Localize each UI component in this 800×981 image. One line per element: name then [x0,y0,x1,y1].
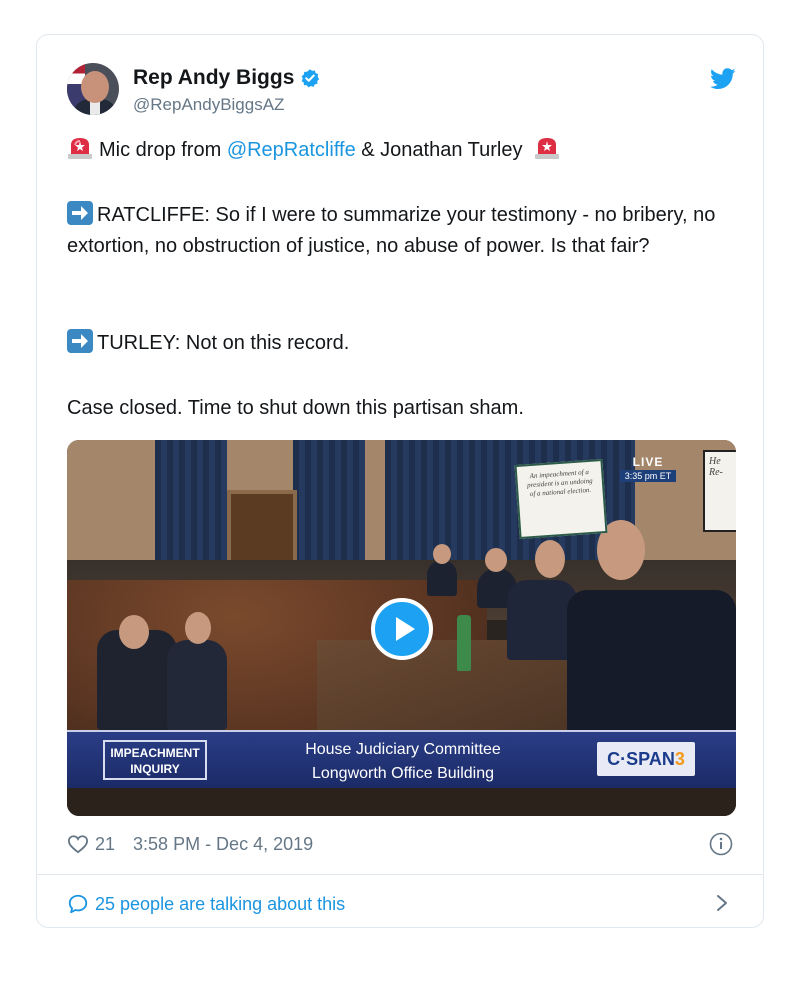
live-label: LIVE [632,455,664,469]
tweet-text-suffix: & Jonathan Turley [361,139,523,161]
police-car-light-emoji [535,138,560,159]
cspan-logo: C·SPAN3 [597,742,695,776]
turley-quote: TURLEY: Not on this record. [97,332,350,354]
mention-link[interactable]: @RepRatcliffe [227,139,356,161]
video-sign: An impeachment of a president is an undo… [514,459,608,539]
tweet-timestamp[interactable]: 3:58 PM - Dec 4, 2019 [133,834,313,855]
tweet-paragraph-turley: TURLEY: Not on this record. [67,328,747,359]
right-arrow-emoji [67,201,93,225]
info-icon[interactable] [709,832,733,856]
impeachment-inquiry-badge: IMPEACHMENT INQUIRY [103,740,207,780]
tweet-paragraph-closing: Case closed. Time to shut down this part… [67,397,524,419]
police-car-light-emoji [68,138,92,159]
video-sign-partial: He Re- [703,450,736,532]
live-time: 3:35 pm ET [620,470,676,482]
author-name[interactable]: Rep Andy Biggs [133,66,294,90]
avatar[interactable] [67,63,119,115]
play-icon [396,617,415,641]
ratcliffe-quote: RATCLIFFE: So if I were to summarize you… [67,204,716,257]
tweet-line-1: Mic drop from @RepRatcliffe & Jonathan T… [67,135,747,166]
water-bottle [457,615,471,671]
speech-bubble-icon [68,894,88,914]
chevron-right-icon[interactable] [715,893,729,913]
live-indicator: LIVE 3:35 pm ET [620,455,676,482]
tweet-meta: 21 3:58 PM - Dec 4, 2019 [67,831,313,857]
divider [37,874,763,875]
heart-icon[interactable] [67,834,89,854]
conversation-text: 25 people are talking about this [95,893,346,914]
tweet-text-prefix: Mic drop from [99,139,222,161]
twitter-bird-icon[interactable] [710,68,736,90]
author-row: Rep Andy Biggs [133,65,320,91]
video-player[interactable]: An impeachment of a president is an undo… [67,440,736,816]
tweet-card: Rep Andy Biggs @RepAndyBiggsAZ Mic drop … [36,34,764,928]
author-handle[interactable]: @RepAndyBiggsAZ [133,95,284,115]
video-lower-third: IMPEACHMENT INQUIRY House Judiciary Comm… [67,730,736,790]
like-count[interactable]: 21 [95,834,115,855]
right-arrow-emoji [67,329,93,353]
play-button[interactable] [371,598,433,660]
conversation-link[interactable]: 25 people are talking about this [67,891,345,917]
location-caption: House Judiciary Committee Longworth Offi… [305,741,501,782]
verified-badge-icon [302,69,320,88]
tweet-paragraph-ratcliffe: RATCLIFFE: So if I were to summarize you… [67,200,747,262]
